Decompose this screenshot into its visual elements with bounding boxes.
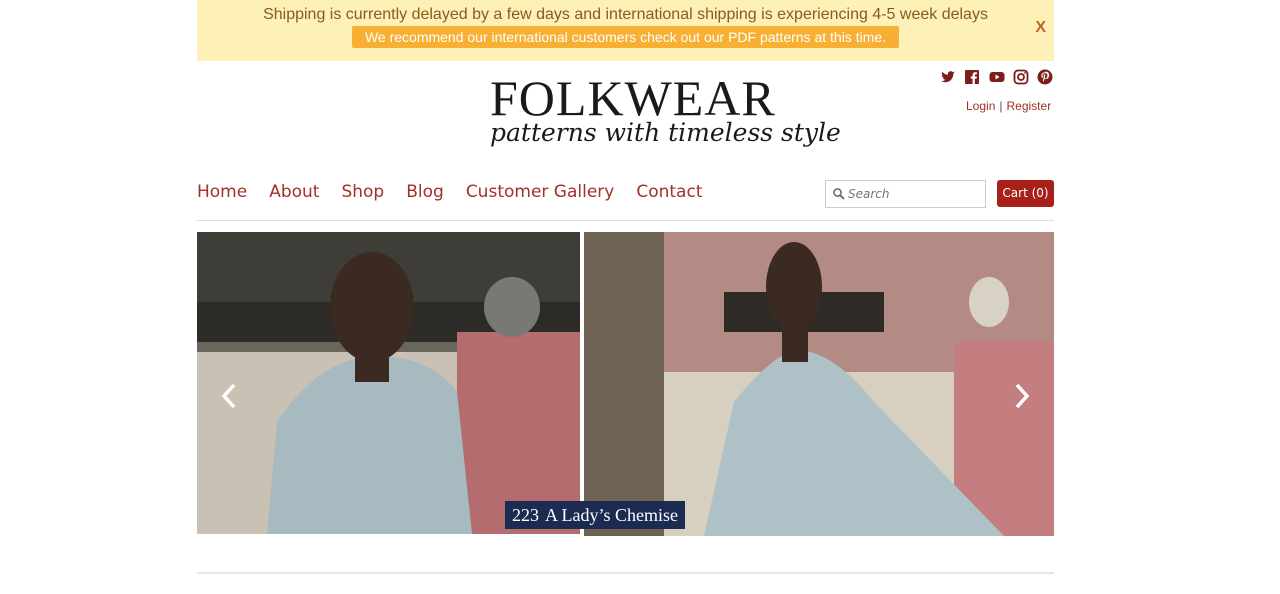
pattern-number: 223 <box>512 505 539 525</box>
register-link[interactable]: Register <box>1007 99 1052 113</box>
pattern-title: A Lady’s Chemise <box>545 505 678 525</box>
slide-photo-left <box>197 232 580 534</box>
nav-customer-gallery[interactable]: Customer Gallery <box>466 182 615 202</box>
slideshow-prev-button[interactable] <box>218 382 240 410</box>
slideshow-next-button[interactable] <box>1011 382 1033 410</box>
nav-blog[interactable]: Blog <box>406 182 444 202</box>
login-link[interactable]: Login <box>966 99 995 113</box>
banner-close-button[interactable]: X <box>1035 19 1046 37</box>
nav-home[interactable]: Home <box>197 182 247 202</box>
pinterest-icon[interactable] <box>1037 69 1053 85</box>
site-logo[interactable]: FOLKWEAR patterns with timeless style <box>490 70 841 154</box>
social-links <box>938 69 1056 87</box>
search-input[interactable] <box>848 184 980 204</box>
cart-button[interactable]: Cart (0) <box>997 180 1054 207</box>
pdf-recommendation: We recommend our international customers… <box>351 26 900 48</box>
content-divider <box>197 572 1054 574</box>
shipping-notice: Shipping is currently delayed by a few d… <box>263 6 988 23</box>
account-separator: | <box>999 99 1003 113</box>
nav-about[interactable]: About <box>269 182 319 202</box>
youtube-icon[interactable] <box>989 69 1005 85</box>
slide-caption[interactable]: 223 A Lady’s Chemise <box>505 501 685 529</box>
logo-wordmark: FOLKWEAR <box>490 70 776 126</box>
account-links: Login | Register <box>966 99 1051 113</box>
main-nav: Home About Shop Blog Customer Gallery Contact <box>197 182 724 208</box>
logo-tagline: patterns with timeless style <box>490 118 841 147</box>
facebook-icon[interactable] <box>964 69 980 85</box>
instagram-icon[interactable] <box>1013 69 1029 85</box>
nav-divider <box>197 220 1054 221</box>
search-icon <box>832 187 846 201</box>
nav-shop[interactable]: Shop <box>341 182 384 202</box>
hero-slideshow: 223 A Lady’s Chemise <box>197 232 1054 536</box>
nav-contact[interactable]: Contact <box>636 182 702 202</box>
slide-photo-right <box>584 232 1054 536</box>
announcement-banner: Shipping is currently delayed by a few d… <box>197 0 1054 61</box>
twitter-icon[interactable] <box>940 69 956 85</box>
search-box <box>825 180 986 208</box>
